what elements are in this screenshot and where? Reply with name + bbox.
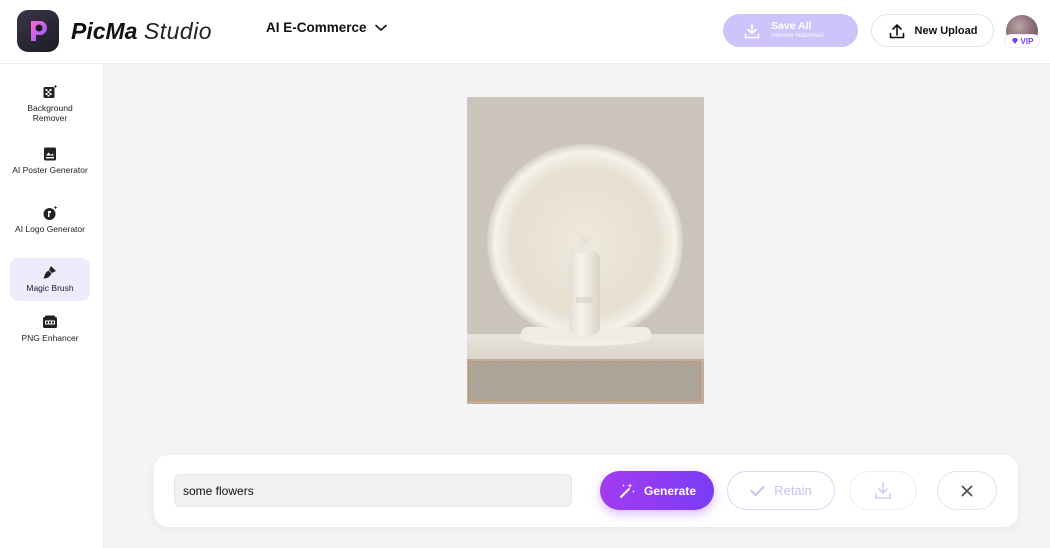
prompt-panel: Generate Retain (154, 455, 1018, 527)
brand-bold: PicMa (71, 18, 138, 44)
new-upload-label: New Upload (914, 24, 978, 37)
sidebar-item-ai-logo-generator[interactable]: AI Logo Generator (10, 205, 90, 249)
sidebar-item-label: Background Remover (27, 103, 73, 123)
vip-badge: VIP (1005, 35, 1039, 47)
retain-label: Retain (774, 483, 812, 498)
sidebar-item-label: Magic Brush (26, 283, 74, 293)
retain-button[interactable]: Retain (727, 471, 835, 510)
product-image[interactable] (467, 97, 704, 404)
product-photo (467, 97, 704, 404)
sidebar-item-magic-brush[interactable]: Magic Brush (10, 258, 90, 301)
logo-icon (43, 205, 58, 220)
generate-button[interactable]: Generate (600, 471, 714, 510)
close-icon (961, 485, 973, 496)
save-all-sublabel: Remove Watermark (771, 33, 825, 39)
mode-label: AI E-Commerce (266, 20, 367, 35)
sidebar-item-png-enhancer[interactable]: PNG Enhancer (10, 314, 90, 348)
vip-label: VIP (1020, 36, 1034, 46)
close-button[interactable] (937, 471, 997, 510)
brand-name: PicMa Studio (71, 16, 212, 46)
background-remover-icon (43, 84, 58, 98)
diamond-icon (1011, 38, 1018, 44)
mode-dropdown[interactable]: AI E-Commerce (266, 20, 387, 35)
generate-label: Generate (643, 483, 697, 498)
top-bar: PicMa Studio AI E-Commerce Save All Remo… (0, 0, 1050, 64)
brand-light: Studio (143, 18, 213, 44)
sidebar: Background Remover AI Poster Generator A… (0, 64, 104, 548)
save-all-button[interactable]: Save All Remove Watermark (723, 14, 858, 47)
chevron-down-icon (374, 24, 387, 31)
sidebar-item-label: AI Poster Generator (12, 165, 88, 175)
prompt-input[interactable] (174, 474, 572, 507)
upload-icon (889, 23, 904, 38)
sidebar-item-ai-poster-generator[interactable]: AI Poster Generator (10, 146, 90, 190)
brush-mask-area[interactable] (468, 361, 701, 401)
sidebar-item-label: PNG Enhancer (21, 333, 79, 343)
png-icon (43, 315, 57, 328)
download-button[interactable] (849, 471, 917, 510)
save-all-label: Save All (771, 20, 812, 32)
download-icon (875, 481, 891, 499)
brush-icon (43, 266, 56, 279)
poster-icon (44, 147, 56, 161)
download-icon (744, 22, 760, 38)
check-icon (750, 485, 765, 496)
new-upload-button[interactable]: New Upload (871, 14, 994, 47)
magic-wand-icon (619, 482, 635, 498)
sidebar-item-label: AI Logo Generator (15, 224, 85, 234)
sidebar-item-background-remover[interactable]: Background Remover (10, 84, 90, 128)
picma-logo-icon[interactable] (17, 10, 59, 52)
